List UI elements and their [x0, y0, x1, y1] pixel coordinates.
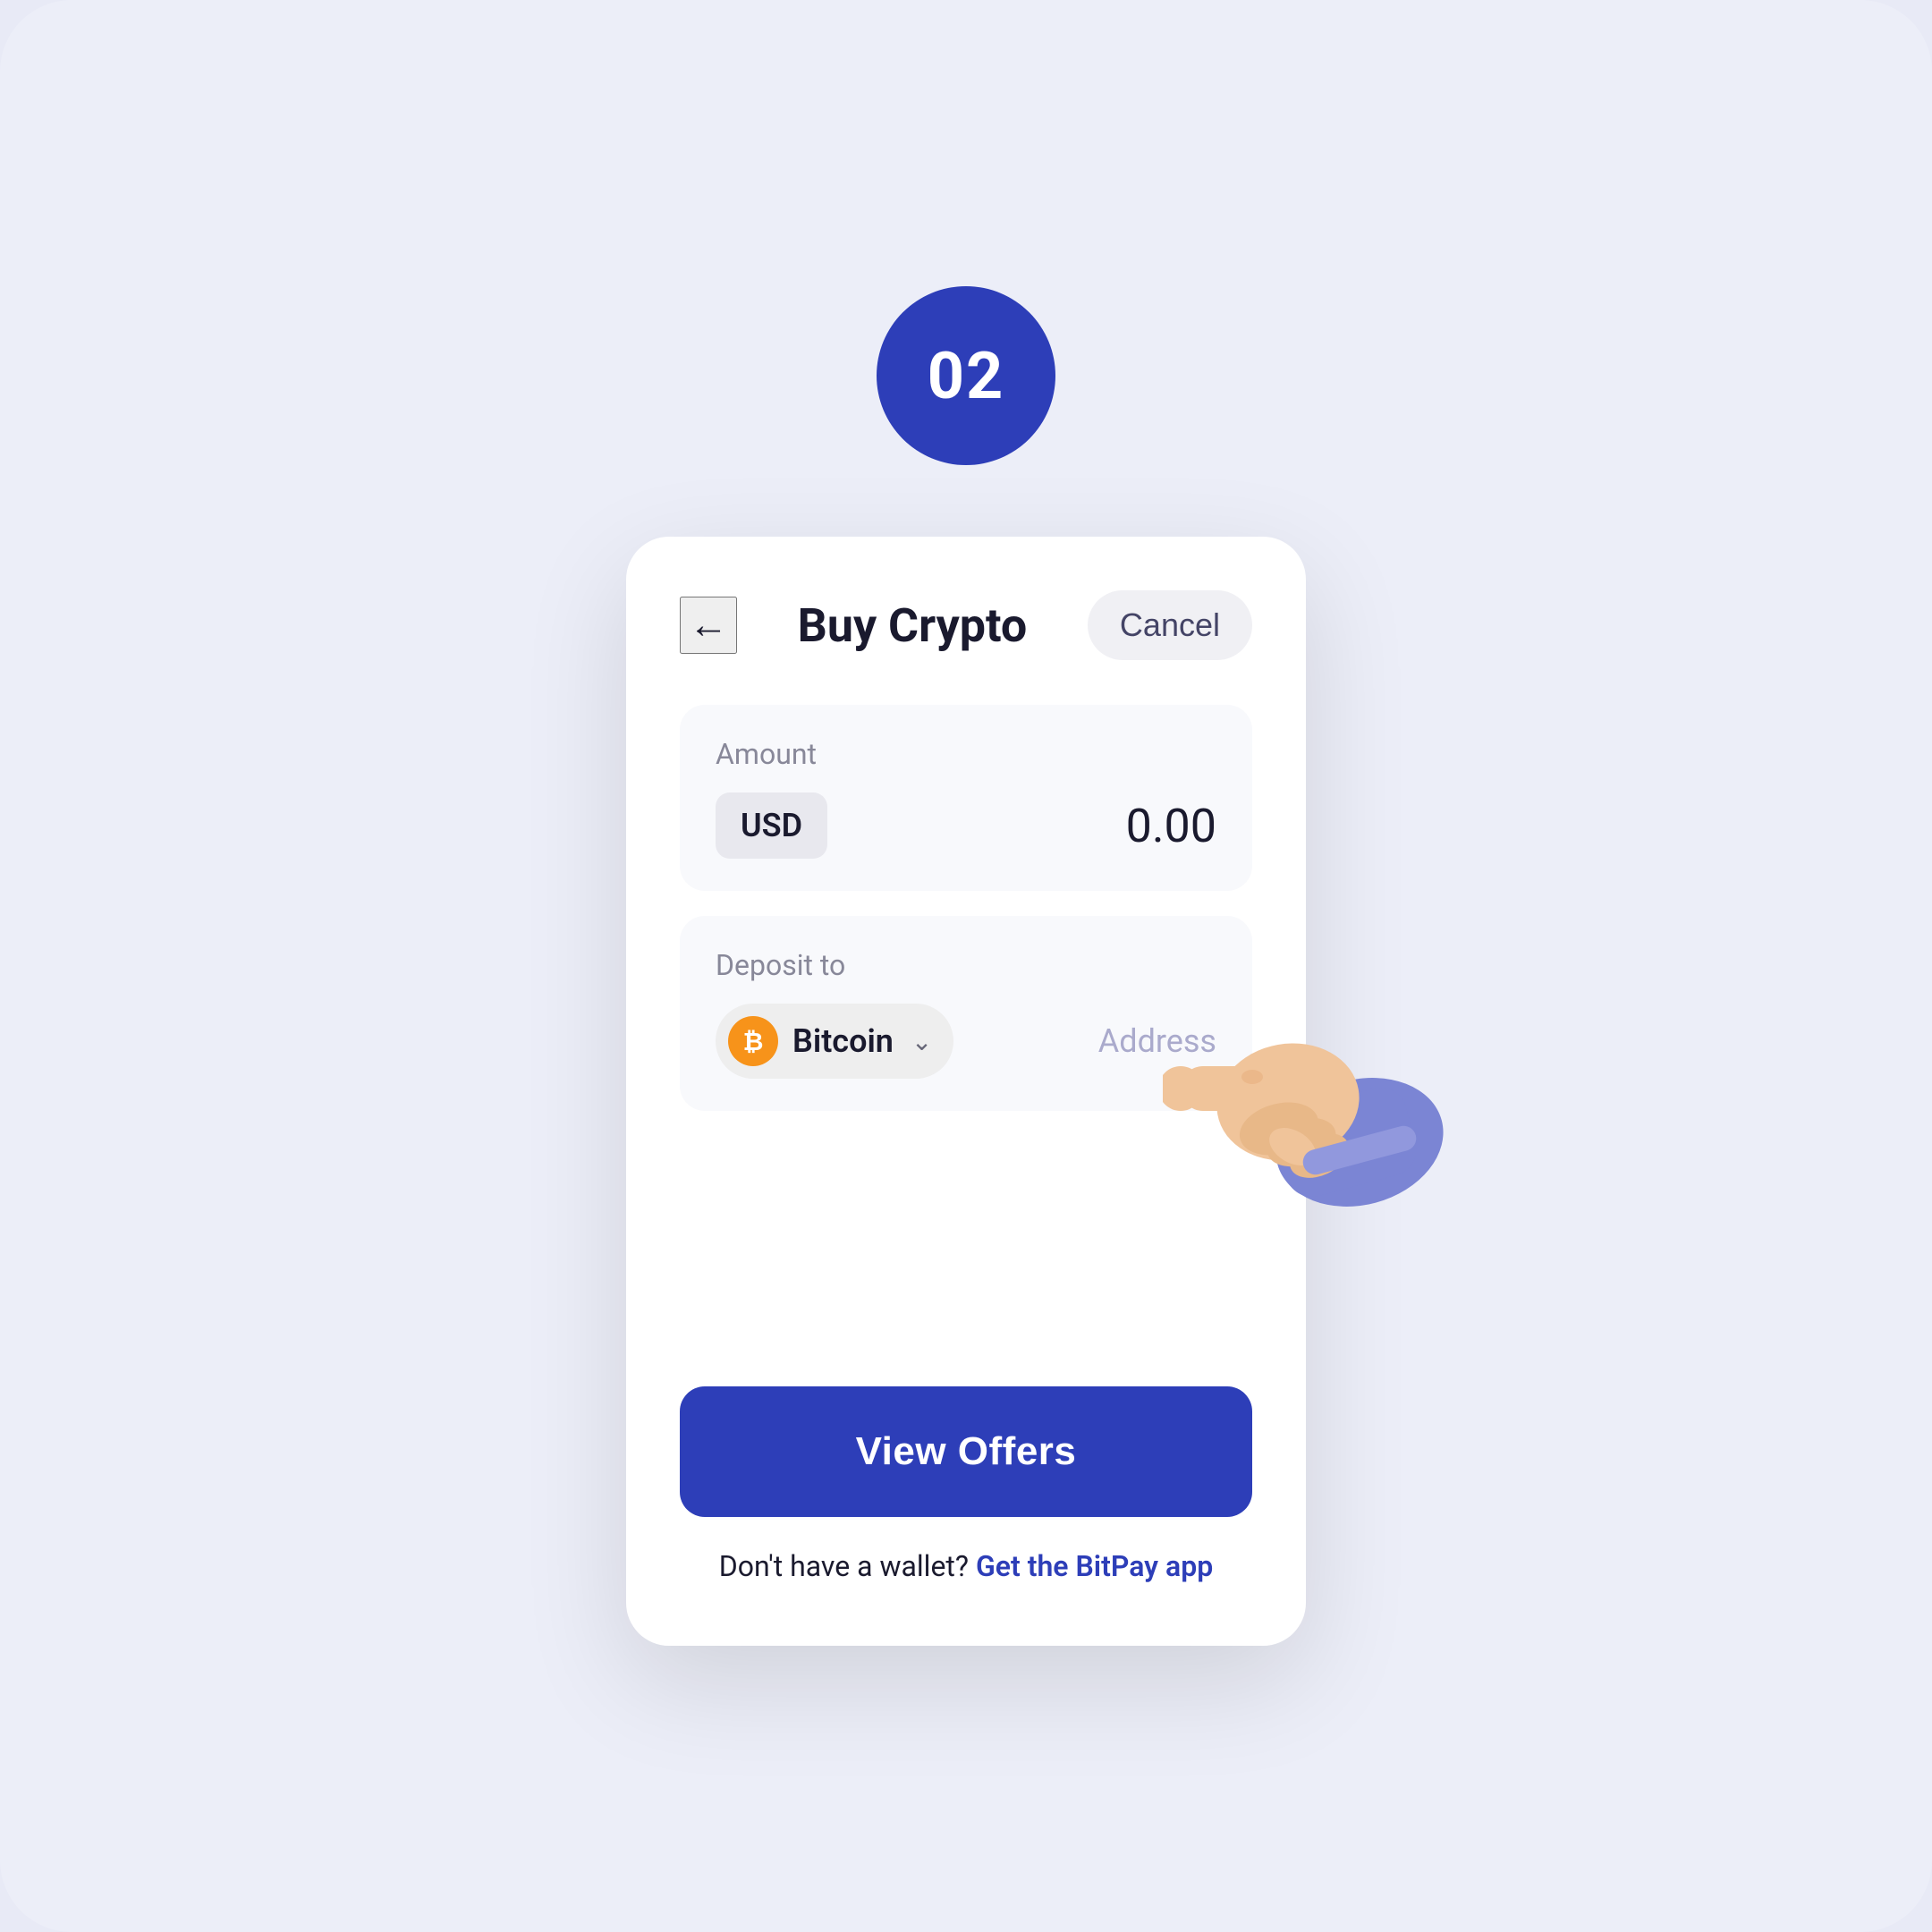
back-arrow-icon: ← [689, 606, 728, 645]
phone-card: ← Buy Crypto Cancel Amount USD 0.00 Depo… [626, 537, 1306, 1646]
bitpay-app-link[interactable]: Get the BitPay app [976, 1549, 1213, 1583]
spacer [680, 1136, 1252, 1386]
page-title: Buy Crypto [798, 598, 1028, 653]
amount-section: Amount USD 0.00 [680, 705, 1252, 891]
deposit-label: Deposit to [716, 948, 1216, 982]
crypto-selector[interactable]: ₿ Bitcoin ⌄ [716, 1004, 953, 1079]
bitcoin-symbol: ₿ [743, 1027, 764, 1056]
deposit-row: ₿ Bitcoin ⌄ Address [716, 1004, 1216, 1079]
page-wrapper: 02 ← Buy Crypto Cancel Amount USD 0.00 D… [0, 0, 1932, 1932]
deposit-section: Deposit to ₿ Bitcoin ⌄ Address [680, 916, 1252, 1111]
step-badge: 02 [877, 286, 1055, 465]
amount-value[interactable]: 0.00 [1126, 799, 1216, 853]
currency-selector[interactable]: USD [716, 792, 827, 859]
view-offers-button[interactable]: View Offers [680, 1386, 1252, 1517]
amount-row: USD 0.00 [716, 792, 1216, 859]
chevron-down-icon: ⌄ [911, 1027, 932, 1056]
step-number: 02 [928, 338, 1005, 414]
amount-label: Amount [716, 737, 1216, 771]
bitcoin-icon: ₿ [728, 1016, 778, 1066]
no-wallet-text: Don't have a wallet? [719, 1549, 969, 1583]
footer-text: Don't have a wallet? Get the BitPay app [680, 1549, 1252, 1583]
back-button[interactable]: ← [680, 597, 737, 654]
address-field[interactable]: Address [1098, 1022, 1216, 1060]
card-header: ← Buy Crypto Cancel [680, 590, 1252, 660]
cancel-button[interactable]: Cancel [1088, 590, 1252, 660]
crypto-name: Bitcoin [792, 1022, 894, 1060]
